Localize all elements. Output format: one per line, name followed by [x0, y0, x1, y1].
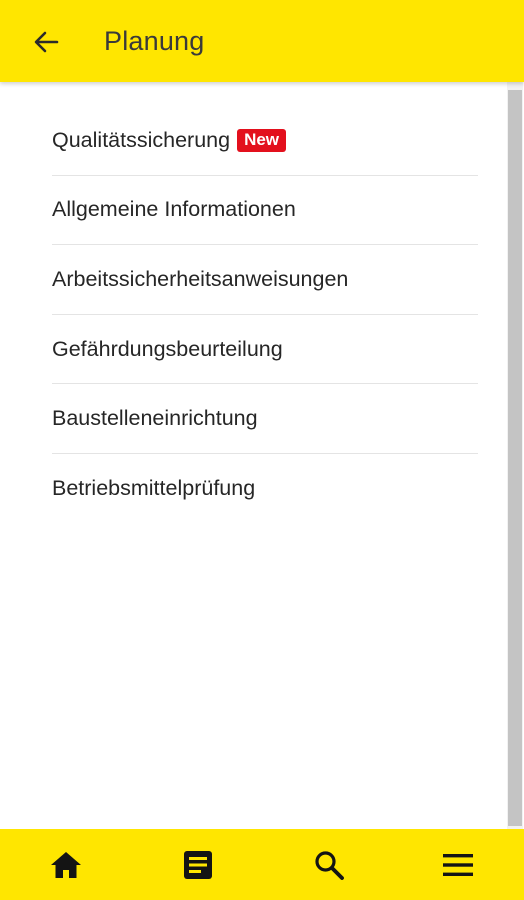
menu-icon: [443, 854, 473, 876]
back-button[interactable]: [26, 24, 66, 60]
list-item-gefaehrdungsbeurteilung[interactable]: Gefährdungsbeurteilung: [52, 315, 478, 385]
list-item-label: Betriebsmittelprüfung: [52, 476, 256, 501]
menu-button[interactable]: [440, 847, 476, 883]
app-header: Planung: [0, 0, 524, 82]
list-item-betriebsmittelpruefung[interactable]: Betriebsmittelprüfung: [52, 454, 478, 524]
list-item-allgemeine-informationen[interactable]: Allgemeine Informationen: [52, 176, 478, 246]
list-item-label: Arbeitssicherheitsanweisungen: [52, 266, 349, 291]
scrollbar-thumb[interactable]: [508, 90, 522, 826]
document-icon: [184, 851, 212, 879]
list-item-label: Qualitätssicherung: [52, 127, 231, 152]
list-item-arbeitssicherheitsanweisungen[interactable]: Arbeitssicherheitsanweisungen: [52, 245, 478, 315]
bottom-navigation: [0, 829, 524, 900]
list-item-label: Allgemeine Informationen: [52, 197, 296, 222]
documents-button[interactable]: [180, 847, 216, 883]
planning-menu-list: Qualitätssicherung New Allgemeine Inform…: [52, 106, 478, 524]
main-content: Qualitätssicherung New Allgemeine Inform…: [0, 82, 524, 829]
page-title: Planung: [104, 26, 205, 56]
search-button[interactable]: [311, 847, 347, 883]
list-item-label: Gefährdungsbeurteilung: [52, 336, 283, 361]
new-badge: New: [237, 128, 287, 152]
home-icon: [51, 852, 81, 878]
list-item-baustelleneinrichtung[interactable]: Baustelleneinrichtung: [52, 384, 478, 454]
list-item-qualitaetssicherung[interactable]: Qualitätssicherung New: [52, 106, 478, 176]
search-icon: [315, 851, 344, 880]
arrow-left-icon: [34, 31, 59, 53]
home-button[interactable]: [48, 847, 84, 883]
scrollbar[interactable]: [507, 82, 523, 829]
list-item-label: Baustelleneinrichtung: [52, 406, 258, 431]
